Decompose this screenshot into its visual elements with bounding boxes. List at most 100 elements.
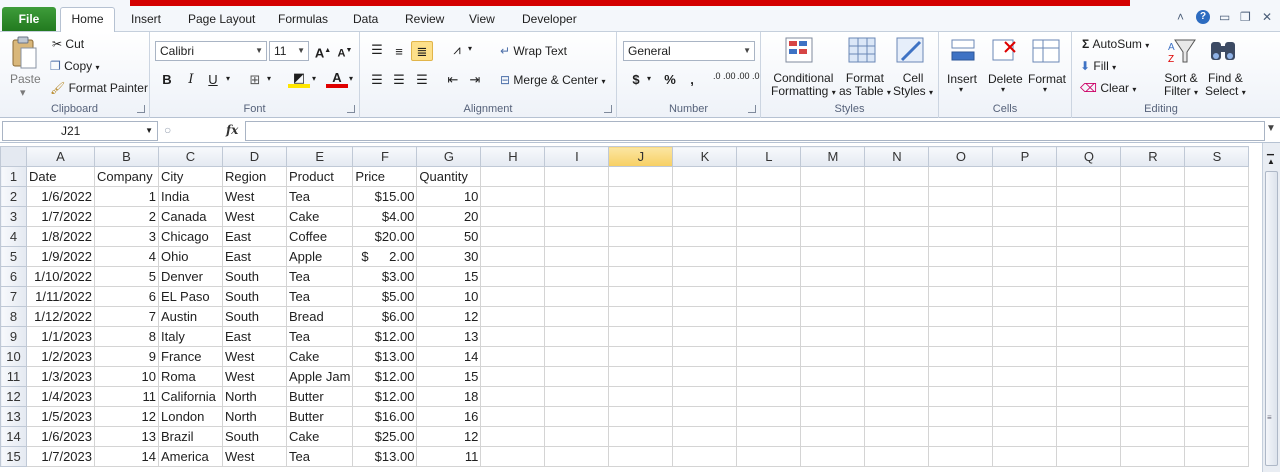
cell-l5[interactable] — [736, 246, 802, 267]
align-right-icon[interactable]: ☰ — [411, 70, 433, 90]
align-left-icon[interactable]: ☰ — [366, 70, 388, 90]
column-header-g[interactable]: G — [416, 146, 482, 167]
cell-l10[interactable] — [736, 346, 802, 367]
cell-g7[interactable]: 10 — [416, 286, 482, 307]
cell-d8[interactable]: South — [222, 306, 287, 327]
tab-data[interactable]: Data — [353, 12, 378, 26]
cell-f3[interactable]: $4.00 — [352, 206, 418, 227]
cell-p3[interactable] — [992, 206, 1058, 227]
cell-g2[interactable]: 10 — [416, 186, 482, 207]
cell-b3[interactable]: 2 — [94, 206, 159, 227]
row-header[interactable]: 9 — [0, 326, 27, 347]
cell-m6[interactable] — [800, 266, 866, 287]
cell-f8[interactable]: $6.00 — [352, 306, 418, 327]
decrease-indent-icon[interactable]: ⇤ — [442, 70, 464, 90]
cell-b2[interactable]: 1 — [94, 186, 159, 207]
fill-color-dropdown-icon[interactable]: ▾ — [312, 74, 316, 83]
cell-g11[interactable]: 15 — [416, 366, 482, 387]
cell-r5[interactable] — [1120, 246, 1186, 267]
cell-q2[interactable] — [1056, 186, 1122, 207]
cell-d2[interactable]: West — [222, 186, 287, 207]
cell-n12[interactable] — [864, 386, 930, 407]
cell-d13[interactable]: North — [222, 406, 287, 427]
cell-k10[interactable] — [672, 346, 738, 367]
cell-r15[interactable] — [1120, 446, 1186, 467]
cell-p9[interactable] — [992, 326, 1058, 347]
cell-j11[interactable] — [608, 366, 674, 387]
cell-i9[interactable] — [544, 326, 610, 347]
column-header-r[interactable]: R — [1120, 146, 1186, 167]
cell-d6[interactable]: South — [222, 266, 287, 287]
cell-o6[interactable] — [928, 266, 994, 287]
clear-button[interactable]: ⌫ Clear ▾ — [1080, 81, 1136, 95]
cell-h4[interactable] — [480, 226, 546, 247]
cell-r14[interactable] — [1120, 426, 1186, 447]
cell-q9[interactable] — [1056, 326, 1122, 347]
orientation-dropdown-icon[interactable]: ▾ — [468, 44, 472, 53]
scroll-up-icon[interactable]: ▁ — [1267, 145, 1274, 156]
tab-view[interactable]: View — [469, 12, 495, 26]
cell-g14[interactable]: 12 — [416, 426, 482, 447]
cell-q7[interactable] — [1056, 286, 1122, 307]
cell-f14[interactable]: $25.00 — [352, 426, 418, 447]
tab-file[interactable]: File — [2, 7, 56, 31]
cell-m8[interactable] — [800, 306, 866, 327]
cell-s12[interactable] — [1184, 386, 1250, 407]
cell-m10[interactable] — [800, 346, 866, 367]
cell-o14[interactable] — [928, 426, 994, 447]
cell-i1[interactable] — [544, 166, 610, 187]
cell-k14[interactable] — [672, 426, 738, 447]
cell-a6[interactable]: 1/10/2022 — [26, 266, 95, 287]
cell-g13[interactable]: 16 — [416, 406, 482, 427]
column-header-o[interactable]: O — [928, 146, 994, 167]
insert-button[interactable]: Insert — [947, 72, 977, 86]
cell-j7[interactable] — [608, 286, 674, 307]
column-header-q[interactable]: Q — [1056, 146, 1122, 167]
cell-d10[interactable]: West — [222, 346, 287, 367]
row-header[interactable]: 12 — [0, 386, 27, 407]
cell-m2[interactable] — [800, 186, 866, 207]
column-header-p[interactable]: P — [992, 146, 1058, 167]
cell-q8[interactable] — [1056, 306, 1122, 327]
copy-button[interactable]: ❐ Copy ▾ — [50, 59, 99, 73]
cell-a8[interactable]: 1/12/2022 — [26, 306, 95, 327]
cell-j1[interactable] — [608, 166, 674, 187]
cell-r4[interactable] — [1120, 226, 1186, 247]
window-close-icon[interactable]: ✕ — [1262, 10, 1272, 24]
cell-b7[interactable]: 6 — [94, 286, 159, 307]
cell-e9[interactable]: Tea — [285, 326, 354, 347]
format-cells-icon[interactable] — [1031, 36, 1061, 66]
cell-o8[interactable] — [928, 306, 994, 327]
cell-e8[interactable]: Bread — [285, 306, 354, 327]
cell-l7[interactable] — [736, 286, 802, 307]
cell-j15[interactable] — [608, 446, 674, 467]
cell-c11[interactable]: Roma — [158, 366, 223, 387]
cell-o9[interactable] — [928, 326, 994, 347]
number-format-combobox[interactable]: General ▼ — [623, 41, 755, 61]
row-header[interactable]: 3 — [0, 206, 27, 227]
cell-q15[interactable] — [1056, 446, 1122, 467]
cell-n14[interactable] — [864, 426, 930, 447]
cell-b13[interactable]: 12 — [94, 406, 159, 427]
cell-e13[interactable]: Butter — [285, 406, 354, 427]
cell-f1[interactable]: Price — [352, 166, 418, 187]
cell-o15[interactable] — [928, 446, 994, 467]
align-bottom-icon[interactable]: ≣ — [411, 41, 433, 61]
fill-color-icon[interactable]: ◩ — [288, 68, 310, 88]
bold-button[interactable]: B — [156, 70, 178, 90]
cell-l15[interactable] — [736, 446, 802, 467]
row-header[interactable]: 10 — [0, 346, 27, 367]
cell-i4[interactable] — [544, 226, 610, 247]
autosum-button[interactable]: Σ AutoSum ▾ — [1082, 37, 1149, 51]
cell-e2[interactable]: Tea — [285, 186, 354, 207]
help-icon[interactable]: ? — [1196, 10, 1210, 24]
cell-b14[interactable]: 13 — [94, 426, 159, 447]
cell-l4[interactable] — [736, 226, 802, 247]
row-header[interactable]: 14 — [0, 426, 27, 447]
cell-r2[interactable] — [1120, 186, 1186, 207]
shrink-font-button[interactable]: A▼ — [334, 41, 356, 61]
column-header-i[interactable]: I — [544, 146, 610, 167]
tab-page-layout[interactable]: Page Layout — [188, 12, 255, 26]
tab-review[interactable]: Review — [405, 12, 444, 26]
cell-a2[interactable]: 1/6/2022 — [26, 186, 95, 207]
